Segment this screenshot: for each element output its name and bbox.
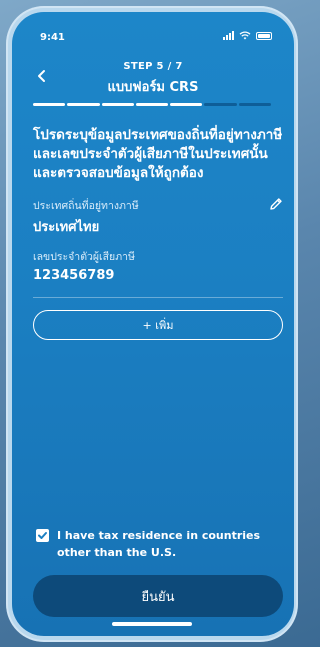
- status-bar: 9:41: [12, 12, 294, 46]
- instructions-text: โปรดระบุข้อมูลประเทศของถิ่นที่อยู่ทางภาษ…: [33, 127, 283, 181]
- tin-label: เลขประจำตัวผู้เสียภาษี: [33, 251, 135, 263]
- status-icons: [223, 31, 272, 40]
- wifi-icon: [239, 31, 251, 40]
- country-value: ประเทศไทย: [33, 220, 100, 235]
- consent-text: I have tax residence in countries other …: [57, 529, 261, 559]
- tin-value: 123456789: [33, 268, 115, 283]
- consent-checkbox-row[interactable]: I have tax residence in countries other …: [36, 527, 286, 561]
- signal-icon: [223, 31, 234, 40]
- status-time: 9:41: [40, 32, 65, 43]
- progress-segment: [101, 103, 134, 106]
- battery-icon: [256, 31, 272, 40]
- country-label: ประเทศถิ่นที่อยู่ทางภาษี: [33, 200, 139, 212]
- progress-bar: [33, 103, 271, 106]
- edit-pencil-icon[interactable]: [268, 196, 284, 212]
- confirm-button[interactable]: ยืนยัน: [33, 575, 283, 617]
- progress-segment: [135, 103, 169, 106]
- page-title: แบบฟอร์ม CRS: [107, 80, 199, 95]
- checkbox-checked[interactable]: [36, 529, 49, 542]
- progress-segment: [170, 103, 203, 106]
- home-indicator: [112, 622, 192, 626]
- check-icon: [38, 532, 47, 539]
- progress-segment: [33, 103, 66, 106]
- add-country-button[interactable]: + เพิ่ม: [33, 310, 283, 340]
- progress-segment: [67, 103, 100, 106]
- step-indicator: STEP 5 / 7: [123, 61, 183, 72]
- app-screen: 9:41 STEP 5 / 7 แบบฟอร์ม CRS โปรดระบุข้อ…: [12, 12, 294, 636]
- progress-segment: [238, 103, 271, 106]
- progress-segment: [204, 103, 237, 106]
- divider: [33, 297, 283, 298]
